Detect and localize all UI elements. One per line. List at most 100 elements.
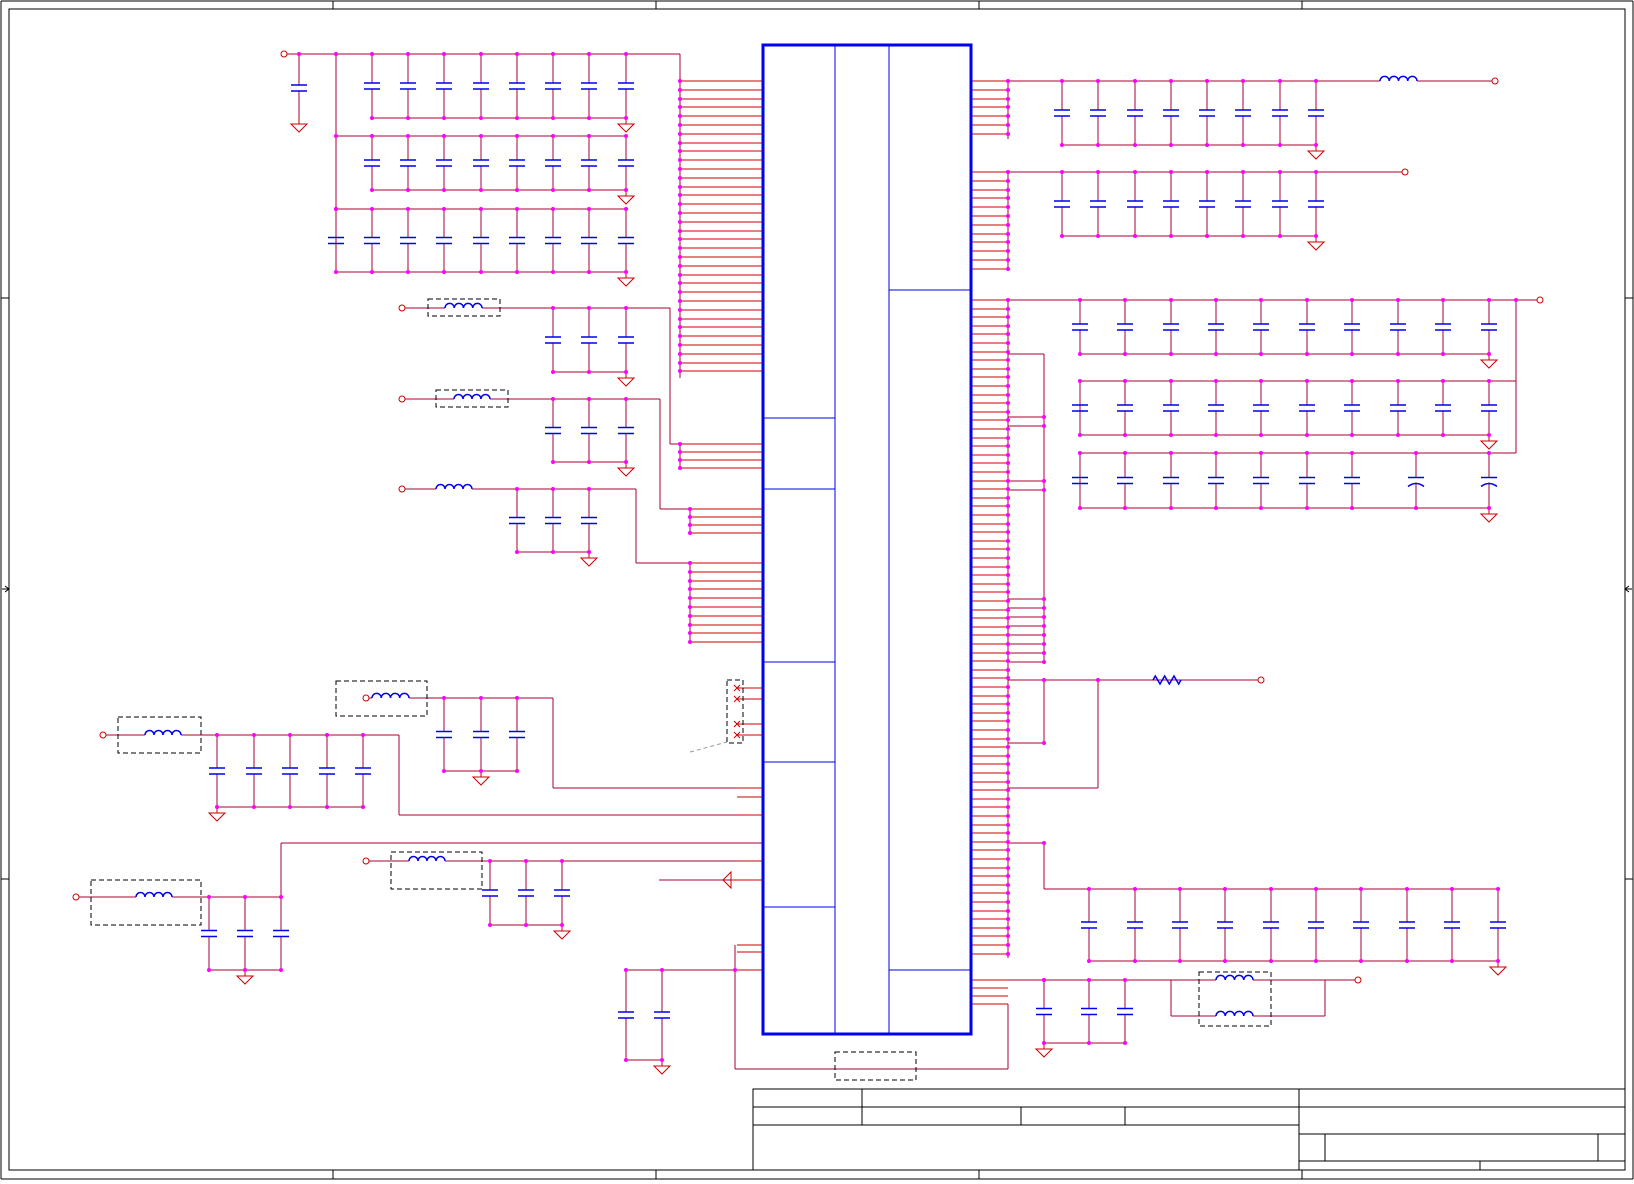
junction-dot — [1042, 841, 1046, 845]
junction-dot — [1214, 451, 1218, 455]
junction-dot — [678, 308, 682, 312]
junction-dot — [479, 696, 483, 700]
junction-dot — [1078, 298, 1082, 302]
junction-dot — [1006, 341, 1010, 345]
junction-dot — [406, 134, 410, 138]
junction-dot — [1006, 97, 1010, 101]
junction-dot — [1006, 539, 1010, 543]
junction-dot — [1006, 616, 1010, 620]
junction-dot — [1487, 451, 1491, 455]
junction-dot — [1350, 506, 1354, 510]
junction-dot — [1259, 451, 1263, 455]
junction-dot — [1314, 887, 1318, 891]
junction-dot — [551, 550, 555, 554]
junction-dot — [1006, 625, 1010, 629]
junction-dot — [688, 561, 692, 565]
junction-dot — [1133, 143, 1137, 147]
junction-dot — [1006, 530, 1010, 534]
junction-dot — [1169, 143, 1173, 147]
junction-dot — [1133, 170, 1137, 174]
junction-dot — [678, 343, 682, 347]
junction-dot — [1042, 488, 1046, 492]
junction-dot — [660, 1058, 664, 1062]
port-icon — [1536, 296, 1544, 304]
junction-dot — [215, 733, 219, 737]
junction-dot — [1006, 88, 1010, 92]
junction-dot — [678, 123, 682, 127]
junction-dot — [1006, 909, 1010, 913]
junction-dot — [1205, 234, 1209, 238]
junction-dot — [1006, 874, 1010, 878]
port-icon — [362, 694, 370, 702]
junction-dot — [1214, 379, 1218, 383]
junction-dot — [1006, 367, 1010, 371]
junction-dot — [1006, 633, 1010, 637]
junction-dot — [279, 968, 283, 972]
junction-dot — [551, 270, 555, 274]
junction-dot — [1006, 582, 1010, 586]
junction-dot — [1078, 433, 1082, 437]
port-icon — [398, 395, 406, 403]
junction-dot — [678, 185, 682, 189]
port-icon — [398, 304, 406, 312]
junction-dot — [1006, 436, 1010, 440]
junction-dot — [1096, 79, 1100, 83]
junction-dot — [279, 895, 283, 899]
junction-dot — [587, 397, 591, 401]
junction-dot — [1006, 375, 1010, 379]
junction-dot — [1042, 642, 1046, 646]
junction-dot — [1269, 959, 1273, 963]
junction-dot — [678, 442, 682, 446]
junction-dot — [488, 859, 492, 863]
junction-dot — [1487, 352, 1491, 356]
schematic-canvas — [0, 0, 1634, 1180]
junction-dot — [678, 273, 682, 277]
junction-dot — [1123, 298, 1127, 302]
junction-dot — [370, 134, 374, 138]
junction-dot — [1496, 887, 1500, 891]
junction-dot — [1042, 615, 1046, 619]
junction-dot — [688, 623, 692, 627]
junction-dot — [1006, 676, 1010, 680]
junction-dot — [1178, 959, 1182, 963]
port-icon — [398, 485, 406, 493]
junction-dot — [1006, 105, 1010, 109]
junction-dot — [587, 306, 591, 310]
junction-dot — [215, 805, 219, 809]
junction-dot — [361, 805, 365, 809]
junction-dot — [1006, 332, 1010, 336]
junction-dot — [406, 270, 410, 274]
junction-dot — [1006, 123, 1010, 127]
port-icon — [1354, 976, 1362, 984]
junction-dot — [1496, 959, 1500, 963]
junction-dot — [587, 550, 591, 554]
junction-dot — [1133, 887, 1137, 891]
junction-dot — [678, 255, 682, 259]
junction-dot — [1006, 461, 1010, 465]
junction-dot — [1006, 205, 1010, 209]
junction-dot — [1042, 597, 1046, 601]
junction-dot — [1006, 170, 1010, 174]
junction-dot — [1450, 959, 1454, 963]
junction-dot — [1006, 258, 1010, 262]
junction-dot — [660, 968, 664, 972]
junction-dot — [1278, 170, 1282, 174]
junction-dot — [551, 207, 555, 211]
junction-dot — [1006, 232, 1010, 236]
junction-dot — [1006, 651, 1010, 655]
port-icon — [72, 893, 80, 901]
junction-dot — [515, 696, 519, 700]
junction-dot — [325, 733, 329, 737]
junction-dot — [624, 968, 628, 972]
junction-dot — [1514, 298, 1518, 302]
junction-dot — [1006, 196, 1010, 200]
junction-dot — [551, 460, 555, 464]
junction-dot — [587, 188, 591, 192]
junction-dot — [678, 141, 682, 145]
junction-dot — [1006, 823, 1010, 827]
junction-dot — [1259, 433, 1263, 437]
junction-dot — [678, 237, 682, 241]
junction-dot — [1006, 223, 1010, 227]
junction-dot — [1314, 143, 1318, 147]
junction-dot — [1006, 350, 1010, 354]
